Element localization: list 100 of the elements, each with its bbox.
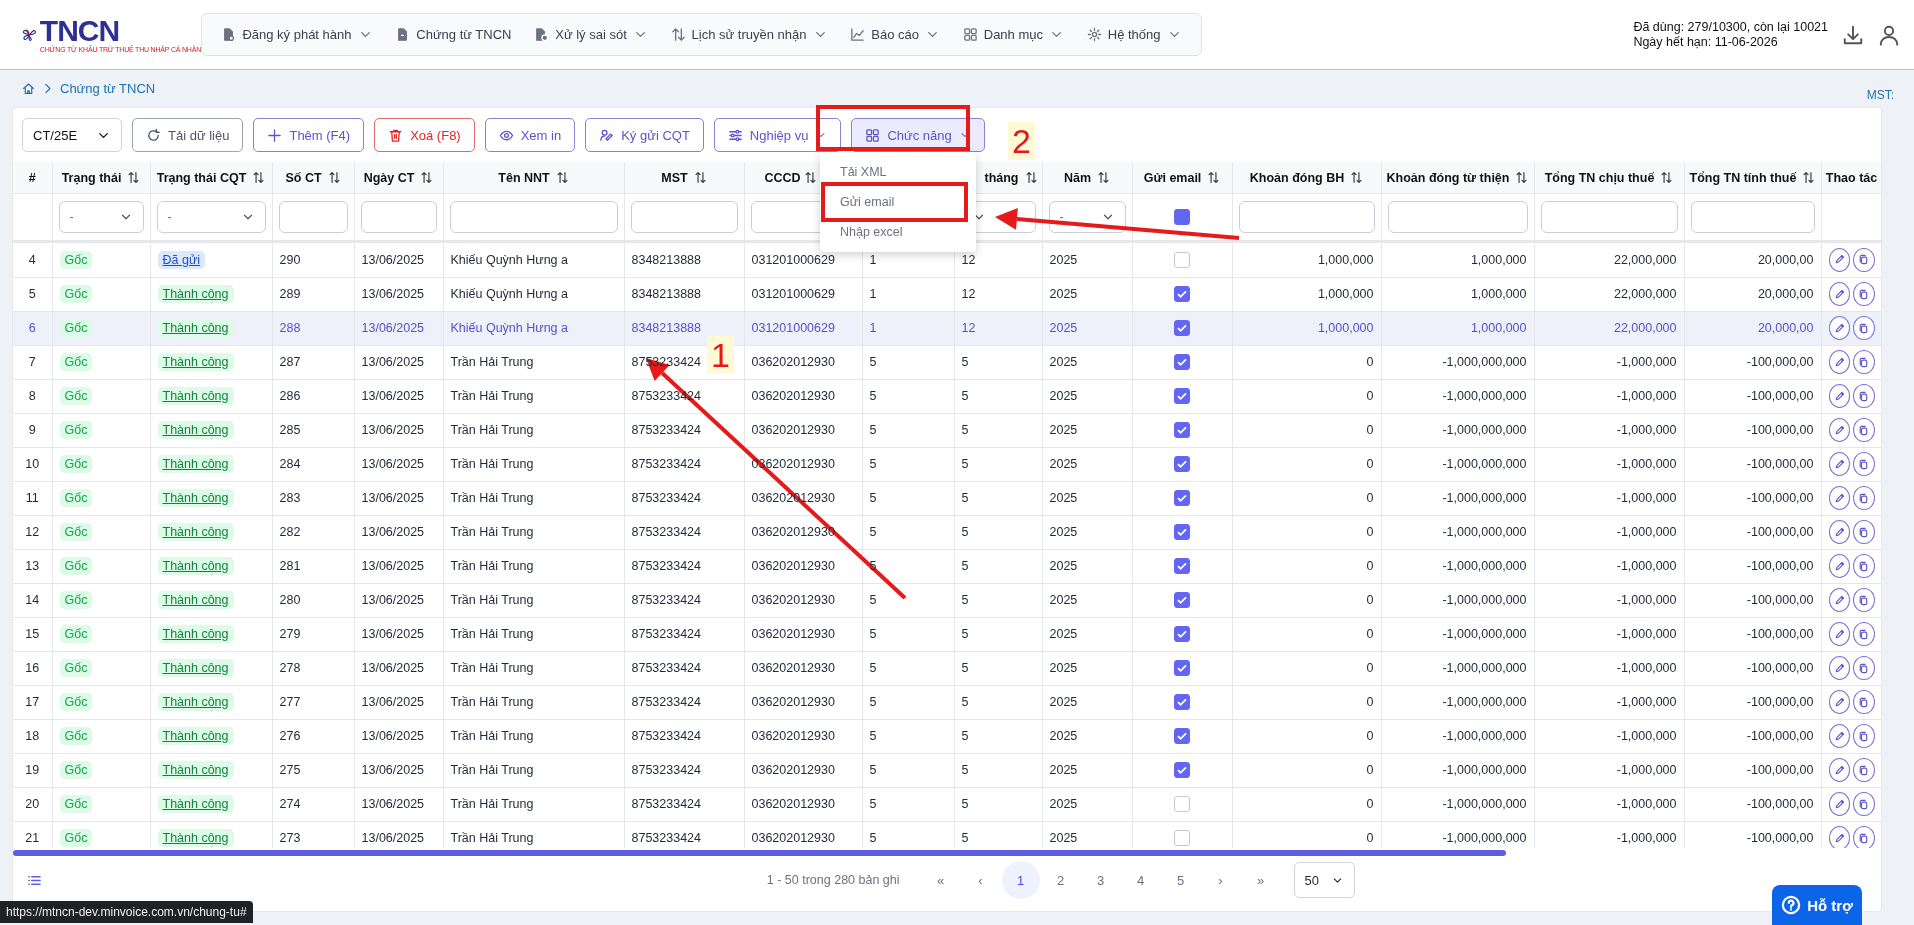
edit-button[interactable] [1828, 826, 1850, 848]
nav-menu-item[interactable]: Xử lý sai sót [530, 21, 652, 48]
table-row[interactable]: 9 Gốc Thành công 285 13/06/2025 Trần Hải Trung 8753233424 036202012930 5 5 2025 0 -1,000,000,000 -1,000,000 -100,000,00 [13, 413, 1881, 447]
filter-field[interactable] [360, 201, 437, 233]
checkbox[interactable] [1174, 694, 1190, 710]
cqt-status-link[interactable]: Thành công [157, 353, 234, 371]
copy-button[interactable] [1853, 826, 1875, 848]
help-button[interactable]: Hỗ trợ [1772, 885, 1862, 925]
edit-button[interactable] [1828, 758, 1850, 782]
table-row[interactable]: 20 Gốc Thành công 274 13/06/2025 Trần Hải Trung 8753233424 036202012930 5 5 2025 0 -1,000,000,000 -1,000,000 -100,000,00 [13, 787, 1881, 821]
cqt-status-link[interactable]: Thành công [157, 319, 234, 337]
cqt-status-link[interactable]: Thành công [157, 523, 234, 541]
page-button[interactable]: 3 [1081, 861, 1120, 899]
checkbox[interactable] [1174, 558, 1190, 574]
home-link[interactable] [22, 81, 35, 95]
filter-checkbox[interactable] [1174, 209, 1190, 225]
edit-button[interactable] [1828, 350, 1850, 374]
prev-page-button[interactable]: ‹ [961, 861, 1000, 899]
copy-button[interactable] [1853, 418, 1875, 442]
filter-select[interactable]: - [156, 201, 266, 233]
copy-button[interactable] [1853, 350, 1875, 374]
page-button[interactable]: 4 [1121, 861, 1160, 899]
copy-button[interactable] [1853, 247, 1875, 272]
filter-field[interactable] [1238, 201, 1375, 233]
table-row[interactable]: 6 Gốc Thành công 288 13/06/2025 Khiếu Quỳnh Hưng a 8348213888 031201000629 1 12 2025 1,000,000 1,000,000 22,000,000 20,000,00 [13, 311, 1881, 345]
table-row[interactable]: 17 Gốc Thành công 277 13/06/2025 Trần Hải Trung 8753233424 036202012930 5 5 2025 0 -1,000,000,000 -1,000,000 -100,000,00 [13, 685, 1881, 719]
filter-field[interactable] [278, 201, 348, 233]
checkbox[interactable] [1174, 456, 1190, 472]
edit-button[interactable] [1828, 384, 1850, 408]
toolbar-button[interactable]: Xoá (F8) [374, 118, 475, 152]
menu-item[interactable]: Tải XML [820, 157, 976, 187]
table-row[interactable]: 5 Gốc Thành công 289 13/06/2025 Khiếu Quỳnh Hưng a 8348213888 031201000629 1 12 2025 1,000,000 1,000,000 22,000,000 20,000,00 [13, 277, 1881, 311]
nav-menu-item[interactable]: Đăng ký phát hành [217, 21, 377, 48]
checkbox[interactable] [1174, 422, 1190, 438]
checkbox[interactable] [1174, 251, 1190, 268]
last-page-button[interactable]: » [1241, 861, 1280, 899]
cqt-status-link[interactable]: Thành công [157, 829, 234, 847]
edit-button[interactable] [1828, 247, 1850, 272]
edit-button[interactable] [1828, 316, 1850, 340]
edit-button[interactable] [1828, 724, 1850, 748]
copy-button[interactable] [1853, 792, 1875, 816]
toolbar-button[interactable]: Thêm (F4) [253, 118, 365, 152]
filter-field[interactable] [1387, 201, 1528, 233]
first-page-button[interactable]: « [921, 861, 960, 899]
edit-button[interactable] [1828, 690, 1850, 714]
download-button[interactable] [1842, 23, 1864, 46]
copy-button[interactable] [1853, 758, 1875, 782]
cqt-status-link[interactable]: Thành công [157, 285, 234, 303]
cqt-status-link[interactable]: Thành công [157, 693, 234, 711]
copy-button[interactable] [1853, 520, 1875, 544]
page-size-select[interactable]: 50 [1293, 862, 1355, 898]
cqt-status-link[interactable]: Thành công [157, 727, 234, 745]
toolbar-button[interactable]: Nghiệp vụ [713, 118, 842, 152]
nav-menu-item[interactable]: Báo cáo [846, 21, 944, 48]
checkbox[interactable] [1174, 354, 1190, 370]
cqt-status-link[interactable]: Thành công [157, 795, 234, 813]
cqt-status-link[interactable]: Thành công [157, 387, 234, 405]
cqt-status-link[interactable]: Thành công [157, 591, 234, 609]
next-page-button[interactable]: › [1201, 861, 1240, 899]
copy-button[interactable] [1853, 554, 1875, 578]
table-row[interactable]: 15 Gốc Thành công 279 13/06/2025 Trần Hải Trung 8753233424 036202012930 5 5 2025 0 -1,000,000,000 -1,000,000 -100,000,00 [13, 617, 1881, 651]
table-row[interactable]: 16 Gốc Thành công 278 13/06/2025 Trần Hải Trung 8753233424 036202012930 5 5 2025 0 -1,000,000,000 -1,000,000 -100,000,00 [13, 651, 1881, 685]
checkbox[interactable] [1174, 320, 1190, 336]
cqt-status-link[interactable]: Thành công [157, 455, 234, 473]
copy-button[interactable] [1853, 316, 1875, 340]
checkbox[interactable] [1174, 762, 1190, 778]
checkbox[interactable] [1174, 796, 1190, 812]
page-button[interactable]: 1 [1001, 861, 1040, 899]
table-row[interactable]: 14 Gốc Thành công 280 13/06/2025 Trần Hải Trung 8753233424 036202012930 5 5 2025 0 -1,000,000,000 -1,000,000 -100,000,00 [13, 583, 1881, 617]
edit-button[interactable] [1828, 452, 1850, 476]
checkbox[interactable] [1174, 490, 1190, 506]
checkbox[interactable] [1174, 626, 1190, 642]
copy-button[interactable] [1853, 724, 1875, 748]
filter-field[interactable] [1690, 201, 1815, 233]
table-row[interactable]: 12 Gốc Thành công 282 13/06/2025 Trần Hải Trung 8753233424 036202012930 5 5 2025 0 -1,000,000,000 -1,000,000 -100,000,00 [13, 515, 1881, 549]
copy-button[interactable] [1853, 384, 1875, 408]
edit-button[interactable] [1828, 622, 1850, 646]
copy-button[interactable] [1853, 656, 1875, 680]
filter-field[interactable] [630, 201, 738, 233]
copy-button[interactable] [1853, 282, 1875, 306]
edit-button[interactable] [1828, 282, 1850, 306]
nav-menu-item[interactable]: Chứng từ TNCN [391, 21, 516, 48]
toolbar-button[interactable]: Xem in [484, 118, 576, 152]
edit-button[interactable] [1828, 554, 1850, 578]
series-select[interactable]: CT/25E [22, 118, 122, 152]
toolbar-button[interactable]: Tải dữ liệu [132, 118, 244, 152]
edit-button[interactable] [1828, 520, 1850, 544]
copy-button[interactable] [1853, 486, 1875, 510]
nav-menu-item[interactable]: Lịch sử truyền nhận [666, 21, 832, 48]
copy-button[interactable] [1853, 452, 1875, 476]
edit-button[interactable] [1828, 588, 1850, 612]
cqt-status-link[interactable]: Thành công [157, 421, 234, 439]
cqt-status-link[interactable]: Thành công [157, 761, 234, 779]
table-row[interactable]: 18 Gốc Thành công 276 13/06/2025 Trần Hải Trung 8753233424 036202012930 5 5 2025 0 -1,000,000,000 -1,000,000 -100,000,00 [13, 719, 1881, 753]
copy-button[interactable] [1853, 622, 1875, 646]
cqt-status-link[interactable]: Đã gửi [157, 250, 206, 269]
checkbox[interactable] [1174, 286, 1190, 302]
cqt-status-link[interactable]: Thành công [157, 659, 234, 677]
copy-button[interactable] [1853, 690, 1875, 714]
toolbar-button[interactable]: Ký gửi CQT [585, 118, 704, 152]
